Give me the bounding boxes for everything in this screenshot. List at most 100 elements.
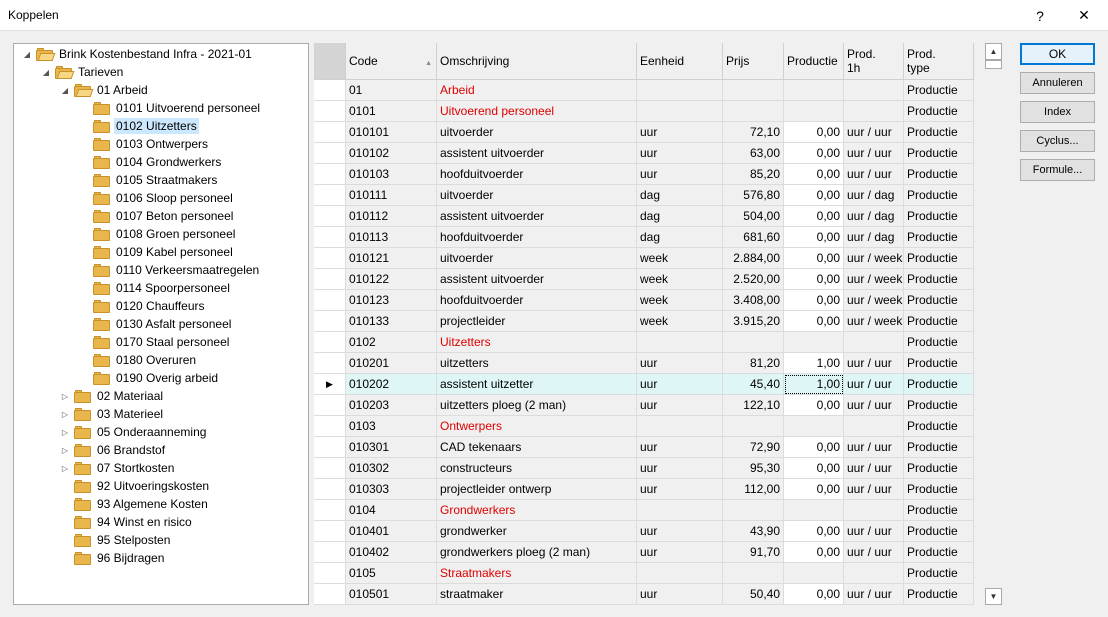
cost-tree[interactable]: ◢ Brink Kostenbestand Infra - 2021-01 ◢ Tar… <box>13 43 309 605</box>
cell-prod[interactable]: 0,00 <box>784 395 844 416</box>
tree-node[interactable]: 0104 Grondwerkers <box>79 153 223 171</box>
cell-prod[interactable]: 0,00 <box>784 458 844 479</box>
table-row[interactable]: 010402 grondwerkers ploeg (2 man) uur 91,70… <box>314 542 974 563</box>
table-row[interactable]: 0101 Uitvoerend personeel Productie <box>314 101 974 122</box>
annuleren-button[interactable]: Annuleren <box>1020 72 1095 94</box>
tree-node[interactable]: 0110 Verkeersmaatregelen <box>79 261 261 279</box>
column-header[interactable]: Code ▲ <box>346 43 437 80</box>
table-row[interactable]: 010401 grondwerker uur 43,90 0,00 uur / uur Pr… <box>314 521 974 542</box>
tree-node[interactable]: ◢ 01 Arbeid <box>60 81 150 99</box>
tree-node[interactable]: ▷ 02 Materiaal <box>60 387 165 405</box>
table-row[interactable]: 010301 CAD tekenaars uur 72,90 0,00 uur / uur… <box>314 437 974 458</box>
expand-arrow-icon[interactable]: ▷ <box>60 427 70 437</box>
table-row[interactable]: 010121 uitvoerder week 2.884,00 0,00 uur / we… <box>314 248 974 269</box>
row-selector[interactable] <box>314 395 346 416</box>
tree-node[interactable]: ▷ 07 Stortkosten <box>60 459 176 477</box>
tree-node[interactable]: ▷ 06 Brandstof <box>60 441 167 459</box>
row-selector[interactable] <box>314 311 346 332</box>
row-selector[interactable] <box>314 80 346 101</box>
expand-arrow-icon[interactable]: ▷ <box>60 391 70 401</box>
row-selector[interactable] <box>314 479 346 500</box>
table-row[interactable]: 010122 assistent uitvoerder week 2.520,00 0,… <box>314 269 974 290</box>
expand-arrow-icon[interactable]: ▷ <box>60 463 70 473</box>
cell-prod[interactable]: 0,00 <box>784 164 844 185</box>
tree-node[interactable]: 0114 Spoorpersoneel <box>79 279 232 297</box>
tree-node[interactable]: 93 Algemene Kosten <box>60 495 210 513</box>
cell-prod[interactable]: 0,00 <box>784 227 844 248</box>
cell-prod[interactable]: 0,00 <box>784 437 844 458</box>
ok-button[interactable]: OK <box>1020 43 1095 65</box>
cell-prod[interactable]: 0,00 <box>784 248 844 269</box>
table-row[interactable]: 010102 assistent uitvoerder uur 63,00 0,00 uu… <box>314 143 974 164</box>
row-selector[interactable] <box>314 332 346 353</box>
formule-button[interactable]: Formule... <box>1020 159 1095 181</box>
row-selector[interactable] <box>314 353 346 374</box>
row-selector[interactable] <box>314 269 346 290</box>
tree-node[interactable]: 0170 Staal personeel <box>79 333 231 351</box>
tree-node[interactable]: ▷ 03 Materieel <box>60 405 165 423</box>
row-selector[interactable] <box>314 416 346 437</box>
row-selector[interactable] <box>314 101 346 122</box>
table-row[interactable]: 010112 assistent uitvoerder dag 504,00 0,00 u… <box>314 206 974 227</box>
cell-prod[interactable]: 0,00 <box>784 185 844 206</box>
row-selector[interactable] <box>314 122 346 143</box>
table-row[interactable]: 010303 projectleider ontwerp uur 112,00 0,00… <box>314 479 974 500</box>
row-selector[interactable] <box>314 185 346 206</box>
help-button[interactable]: ? <box>1018 0 1062 31</box>
table-row[interactable]: 0103 Ontwerpers Productie <box>314 416 974 437</box>
table-row[interactable]: 010101 uitvoerder uur 72,10 0,00 uur / uur Pro… <box>314 122 974 143</box>
row-selector[interactable] <box>314 542 346 563</box>
scroll-thumb[interactable] <box>985 60 1002 69</box>
cell-prod[interactable]: 0,00 <box>784 269 844 290</box>
cell-prod[interactable]: 0,00 <box>784 521 844 542</box>
table-row[interactable]: 0104 Grondwerkers Productie <box>314 500 974 521</box>
column-header[interactable]: Omschrijving <box>437 43 637 80</box>
column-header[interactable]: Prod. type <box>904 43 974 80</box>
row-selector[interactable] <box>314 143 346 164</box>
row-selector[interactable] <box>314 500 346 521</box>
row-selector[interactable] <box>314 227 346 248</box>
tree-node[interactable]: 0101 Uitvoerend personeel <box>79 99 262 117</box>
table-row[interactable]: 010133 projectleider week 3.915,20 0,00 uur /… <box>314 311 974 332</box>
table-row[interactable]: 010103 hoofduitvoerder uur 85,20 0,00 uur / u… <box>314 164 974 185</box>
index-button[interactable]: Index <box>1020 101 1095 123</box>
cell-prod[interactable]: 0,00 <box>784 122 844 143</box>
tree-node[interactable]: 0102 Uitzetters <box>79 117 199 135</box>
table-row[interactable]: 010203 uitzetters ploeg (2 man) uur 122,10 0… <box>314 395 974 416</box>
tree-node[interactable]: 96 Bijdragen <box>60 549 166 567</box>
expand-arrow-icon[interactable]: ▷ <box>60 445 70 455</box>
tree-node[interactable]: 0105 Straatmakers <box>79 171 219 189</box>
current-row-indicator-icon[interactable]: ▶ <box>314 374 346 395</box>
tree-node[interactable]: ◢ Brink Kostenbestand Infra - 2021-01 <box>22 45 254 63</box>
cyclus-button[interactable]: Cyclus... <box>1020 130 1095 152</box>
expand-arrow-icon[interactable]: ◢ <box>60 85 70 95</box>
table-row[interactable]: 010302 constructeurs uur 95,30 0,00 uur / uur… <box>314 458 974 479</box>
tree-node[interactable]: ◢ Tarieven <box>41 63 125 81</box>
vertical-scrollbar[interactable]: ▲ ▼ <box>985 43 1002 605</box>
tree-node[interactable]: 0103 Ontwerpers <box>79 135 210 153</box>
cost-grid[interactable]: Code ▲ Omschrijving Eenheid Prijs Productie Pr… <box>314 43 974 605</box>
cell-prod[interactable]: 0,00 <box>784 206 844 227</box>
cell-prod[interactable]: 0,00 <box>784 143 844 164</box>
column-header[interactable]: Prijs <box>723 43 784 80</box>
table-row[interactable]: 010123 hoofduitvoerder week 3.408,00 0,00 uur… <box>314 290 974 311</box>
cell-prod[interactable]: 0,00 <box>784 290 844 311</box>
row-selector[interactable] <box>314 521 346 542</box>
table-row[interactable]: 0102 Uitzetters Productie <box>314 332 974 353</box>
table-row[interactable]: 010113 hoofduitvoerder dag 681,60 0,00 uur / … <box>314 227 974 248</box>
column-header[interactable]: Productie <box>784 43 844 80</box>
table-row[interactable]: ▶ 010202 assistent uitzetter uur 45,40 1,00 uu… <box>314 374 974 395</box>
scroll-up-icon[interactable]: ▲ <box>985 43 1002 60</box>
cell-prod[interactable]: 0,00 <box>784 584 844 605</box>
tree-node[interactable]: 0180 Overuren <box>79 351 198 369</box>
tree-node[interactable]: 0130 Asfalt personeel <box>79 315 233 333</box>
column-header[interactable]: Eenheid <box>637 43 723 80</box>
tree-node[interactable]: 94 Winst en risico <box>60 513 194 531</box>
scroll-down-icon[interactable]: ▼ <box>985 588 1002 605</box>
cell-prod[interactable]: 1,00 <box>784 353 844 374</box>
expand-arrow-icon[interactable]: ▷ <box>60 409 70 419</box>
expand-arrow-icon[interactable]: ◢ <box>22 49 32 59</box>
row-selector[interactable] <box>314 584 346 605</box>
tree-node[interactable]: 92 Uitvoeringskosten <box>60 477 211 495</box>
close-button[interactable]: ✕ <box>1062 0 1106 31</box>
